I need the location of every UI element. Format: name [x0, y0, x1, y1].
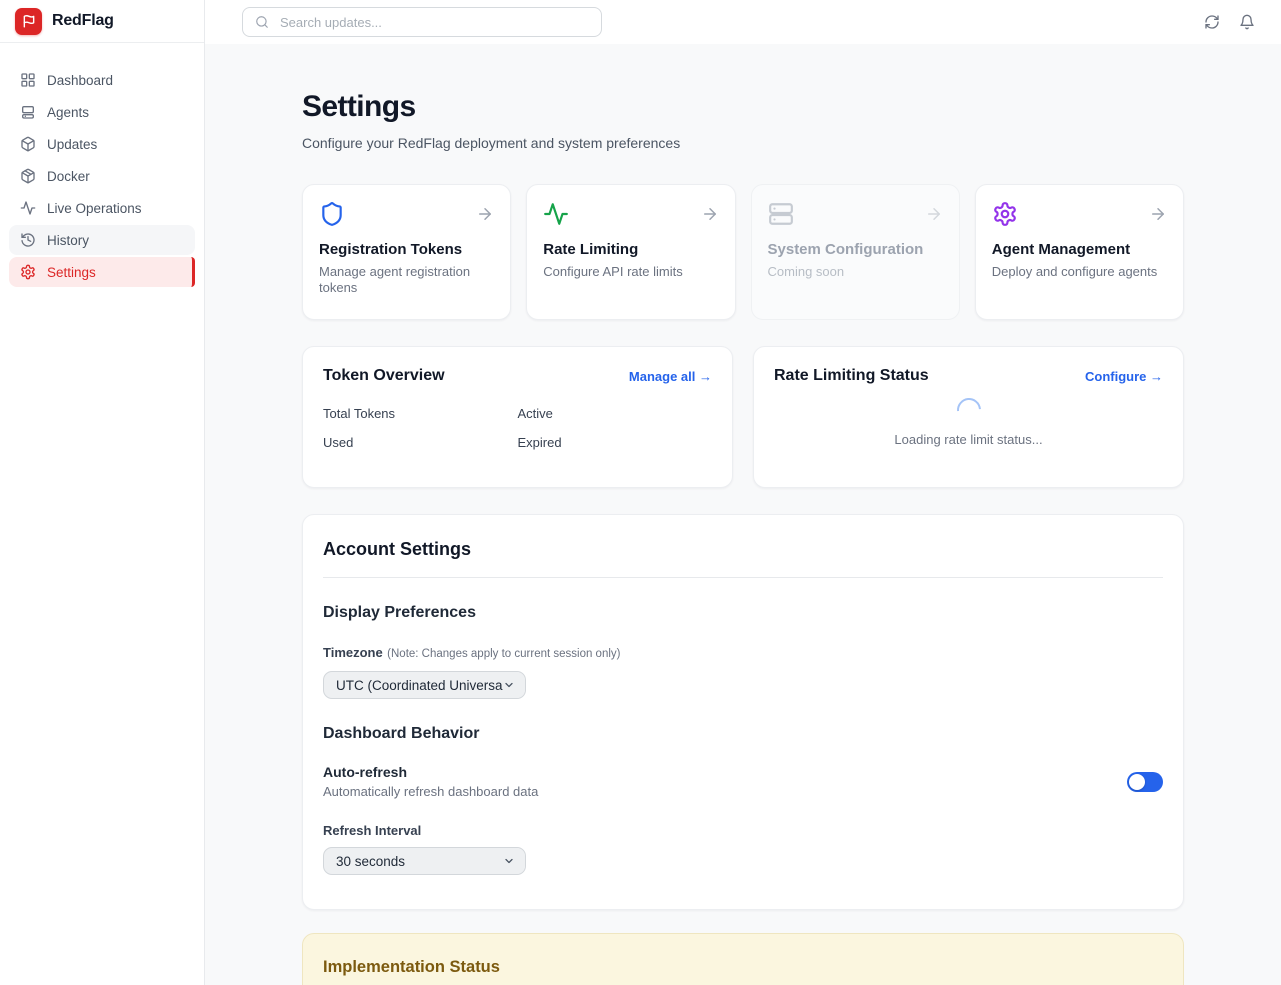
timezone-label-row: Timezone (Note: Changes apply to current…	[323, 644, 1163, 662]
arrow-right-icon	[701, 201, 719, 223]
loading-text: Loading rate limit status...	[894, 432, 1042, 447]
main-column: Settings Configure your RedFlag deployme…	[205, 0, 1281, 985]
sidebar-item-label: Live Operations	[47, 201, 142, 216]
card-description: Manage agent registration tokens	[319, 264, 494, 297]
sidebar-item-history[interactable]: History	[9, 225, 195, 255]
history-clock-icon	[20, 232, 36, 248]
divider	[323, 577, 1163, 578]
sidebar-item-dashboard[interactable]: Dashboard	[9, 65, 195, 95]
sidebar-item-label: History	[47, 233, 89, 248]
sidebar-item-label: Updates	[47, 137, 97, 152]
stat-label-total-tokens: Total Tokens	[323, 406, 518, 421]
manage-all-link[interactable]: Manage all →	[629, 369, 712, 384]
activity-icon	[20, 200, 36, 216]
docker-box-icon	[20, 168, 36, 184]
page-title: Settings	[302, 90, 1184, 124]
card-description: Coming soon	[768, 264, 943, 280]
brand-header: RedFlag	[0, 0, 204, 43]
auto-refresh-description: Automatically refresh dashboard data	[323, 784, 538, 799]
gear-icon	[20, 264, 36, 280]
feature-cards: Registration Tokens Manage agent registr…	[302, 184, 1184, 320]
chevron-down-icon	[503, 672, 525, 698]
refresh-button[interactable]	[1204, 14, 1220, 30]
refresh-interval-label: Refresh Interval	[323, 823, 1163, 838]
bell-icon	[1239, 14, 1255, 30]
implementation-status-title: Implementation Status	[323, 958, 1163, 977]
chevron-down-icon	[503, 848, 525, 874]
stat-label-used: Used	[323, 435, 518, 450]
overview-row: Token Overview Manage all → Total Tokens…	[302, 346, 1184, 488]
agents-server-icon	[20, 104, 36, 120]
dashboard-behavior-title: Dashboard Behavior	[323, 725, 1163, 743]
search-input[interactable]	[278, 14, 589, 31]
arrow-right-icon	[925, 201, 943, 223]
auto-refresh-row: Auto-refresh Automatically refresh dashb…	[323, 764, 1163, 799]
sidebar-item-live-operations[interactable]: Live Operations	[9, 193, 195, 223]
auto-refresh-toggle[interactable]	[1127, 772, 1163, 792]
refresh-interval-select[interactable]: 30 seconds	[323, 847, 526, 875]
spinner-icon	[952, 393, 986, 427]
panel-title: Token Overview	[323, 367, 445, 385]
sidebar-item-label: Agents	[47, 105, 89, 120]
stat-label-active: Active	[518, 406, 713, 421]
card-title: Rate Limiting	[543, 241, 718, 258]
toggle-knob	[1129, 774, 1145, 790]
card-title: Agent Management	[992, 241, 1167, 258]
panel-title: Rate Limiting Status	[774, 367, 929, 385]
card-agent-management[interactable]: Agent Management Deploy and configure ag…	[975, 184, 1184, 320]
sidebar-nav: Dashboard Agents Updates Docker Live Ope…	[0, 43, 204, 289]
card-description: Configure API rate limits	[543, 264, 718, 280]
flag-icon	[22, 14, 36, 28]
display-preferences-title: Display Preferences	[323, 604, 1163, 622]
gear-icon	[992, 201, 1018, 227]
redflag-logo	[15, 8, 42, 35]
card-title: System Configuration	[768, 241, 943, 258]
page-subtitle: Configure your RedFlag deployment and sy…	[302, 135, 1184, 151]
card-title: Registration Tokens	[319, 241, 494, 258]
auto-refresh-label: Auto-refresh	[323, 764, 538, 780]
stat-label-expired: Expired	[518, 435, 713, 450]
search-box[interactable]	[242, 7, 602, 37]
configure-link[interactable]: Configure →	[1085, 369, 1163, 384]
sidebar-item-label: Dashboard	[47, 73, 113, 88]
arrow-right-icon	[476, 201, 494, 223]
card-rate-limiting[interactable]: Rate Limiting Configure API rate limits	[526, 184, 735, 320]
sidebar-item-docker[interactable]: Docker	[9, 161, 195, 191]
card-registration-tokens[interactable]: Registration Tokens Manage agent registr…	[302, 184, 511, 320]
sidebar-item-label: Docker	[47, 169, 90, 184]
timezone-select[interactable]: UTC (Coordinated Universal Time)	[323, 671, 526, 699]
card-system-configuration: System Configuration Coming soon	[751, 184, 960, 320]
sidebar-item-label: Settings	[47, 265, 96, 280]
token-overview-panel: Token Overview Manage all → Total Tokens…	[302, 346, 733, 488]
token-stats: Total Tokens Active Used Expired	[323, 406, 712, 450]
refresh-interval-select-value: 30 seconds	[336, 854, 513, 869]
dashboard-grid-icon	[20, 72, 36, 88]
search-icon	[255, 15, 269, 29]
card-description: Deploy and configure agents	[992, 264, 1167, 280]
rate-limiting-status-panel: Rate Limiting Status Configure → Loading…	[753, 346, 1184, 488]
account-settings-title: Account Settings	[323, 539, 1163, 560]
sidebar-item-updates[interactable]: Updates	[9, 129, 195, 159]
timezone-note: (Note: Changes apply to current session …	[387, 648, 620, 660]
sidebar: RedFlag Dashboard Agents Updates Docker …	[0, 0, 205, 985]
content-area: Settings Configure your RedFlag deployme…	[205, 44, 1281, 985]
account-settings-card: Account Settings Display Preferences Tim…	[302, 514, 1184, 910]
loading-indicator: Loading rate limit status...	[774, 398, 1163, 447]
server-icon	[768, 201, 794, 227]
arrow-right-icon	[1149, 201, 1167, 223]
sidebar-item-settings[interactable]: Settings	[9, 257, 195, 287]
activity-icon	[543, 201, 569, 227]
timezone-select-value: UTC (Coordinated Universal Time)	[336, 678, 513, 693]
sidebar-item-agents[interactable]: Agents	[9, 97, 195, 127]
notifications-button[interactable]	[1239, 14, 1255, 30]
topbar-actions	[1204, 14, 1255, 30]
topbar	[205, 0, 1281, 44]
shield-icon	[319, 201, 345, 227]
refresh-icon	[1204, 14, 1220, 30]
package-icon	[20, 136, 36, 152]
brand-name: RedFlag	[52, 12, 114, 30]
timezone-label: Timezone	[323, 645, 383, 660]
implementation-status-card: Implementation Status ✔️ Implemented Fea…	[302, 933, 1184, 985]
